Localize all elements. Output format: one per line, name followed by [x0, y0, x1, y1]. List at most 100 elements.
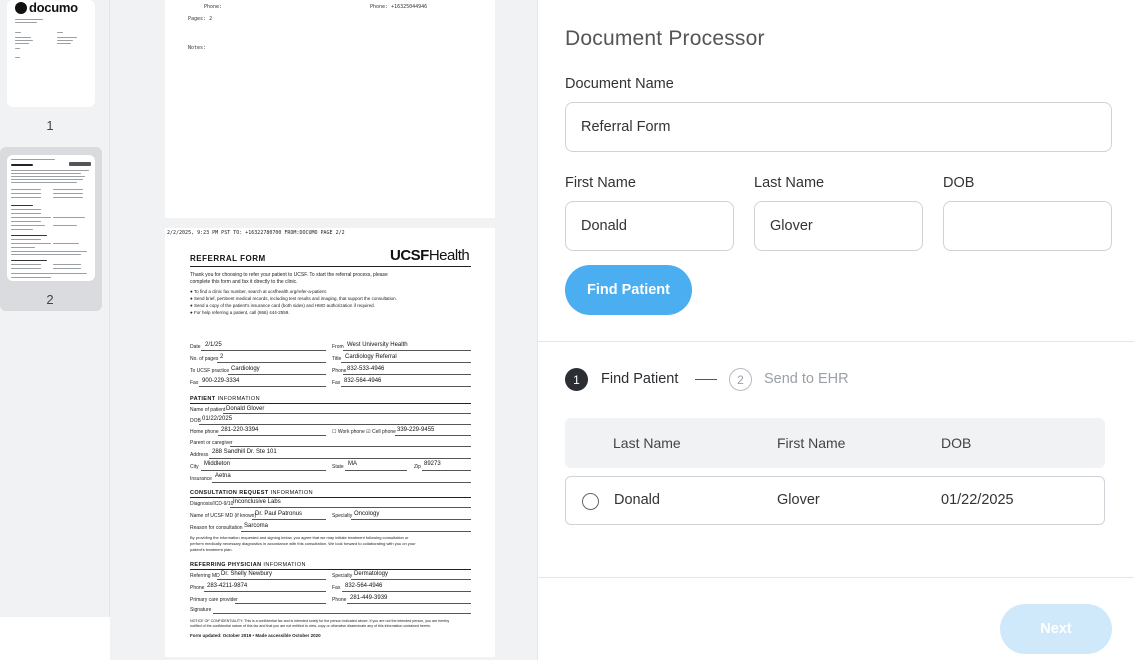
field-label: Date: [190, 344, 201, 350]
form-footer: Form updated: October 2019 • Made access…: [190, 633, 321, 638]
notice-text: notified of the confidential nature of t…: [190, 624, 431, 628]
document-viewer[interactable]: Phone: Phone: +16325044946 Pages: 2 Note…: [110, 0, 537, 660]
referral-form-title: REFERRAL FORM: [190, 254, 266, 263]
column-header-last-name: Last Name: [613, 435, 681, 451]
field-value: Dr. Shelly Newbury: [221, 571, 273, 577]
page1-phone-left: Phone:: [204, 4, 223, 10]
field-label: Insurance: [190, 476, 212, 482]
field-label: Parent or caregiver: [190, 440, 233, 446]
column-header-first-name: First Name: [777, 435, 846, 451]
field-label: Phone: [190, 585, 205, 591]
page1-phone-right: Phone: +16325044946: [370, 4, 428, 10]
field-value: MA: [348, 461, 357, 467]
fax-header: 2/2/2025, 9:23 PM PST TO: +16322780700 F…: [167, 230, 345, 236]
field-label: Reason for consultation: [190, 525, 243, 531]
bullet-line: ● To find a clinic fax number, search at…: [190, 289, 327, 294]
field-label: Referring MD: [190, 573, 220, 579]
first-name-input[interactable]: Donald: [565, 201, 734, 251]
field-value: 339-229-9455: [397, 427, 435, 433]
page-number: 2: [46, 292, 54, 307]
section-heading: CONSULTATION REQUEST INFORMATION: [190, 490, 314, 496]
last-name-label: Last Name: [754, 175, 825, 191]
dob-label: DOB: [943, 175, 975, 191]
section-heading: PATIENT INFORMATION: [190, 396, 260, 402]
document-page-2: 2/2/2025, 9:23 PM PST TO: +16322780700 F…: [165, 228, 495, 657]
field-value: 2: [220, 354, 224, 360]
field-label: Home phone: [190, 429, 219, 435]
field-value: Donald Glover: [226, 406, 265, 412]
divider: [538, 341, 1134, 342]
page-thumbnail-image: documo: [7, 0, 95, 107]
field-label: Diagnosis/ICD-9/10: [190, 501, 234, 507]
last-name-input[interactable]: Glover: [754, 201, 923, 251]
consent-text: perform medically necessary diagnostics …: [190, 541, 416, 546]
intro-line: complete this form and fax it directly t…: [190, 279, 298, 285]
document-name-input[interactable]: Referral Form: [565, 102, 1112, 152]
bullet-line: ● Send a copy of the patient's insurance…: [190, 303, 375, 308]
field-value: 281-220-3394: [221, 427, 259, 433]
step-2-label: Send to EHR: [764, 371, 849, 387]
field-label: Phone: [332, 597, 347, 603]
first-name-label: First Name: [565, 175, 636, 191]
table-row[interactable]: Donald Glover 01/22/2025: [565, 476, 1105, 525]
document-page-1: Phone: Phone: +16325044946 Pages: 2 Note…: [165, 0, 495, 218]
field-value: Oncology: [354, 511, 380, 517]
row-select-radio[interactable]: [582, 493, 599, 510]
field-value: 2/1/25: [205, 342, 222, 348]
cell-last-name: Donald: [614, 492, 660, 508]
field-label: No. of pages: [190, 356, 219, 362]
find-patient-button[interactable]: Find Patient: [565, 265, 692, 315]
field-label: Fax: [332, 380, 341, 386]
page1-pages: Pages: 2: [188, 16, 213, 22]
field-label: Specialty: [332, 573, 353, 579]
field-label: State: [332, 464, 344, 470]
field-label: Fax: [332, 585, 341, 591]
step-2-indicator: 2: [729, 368, 752, 391]
field-label: Zip: [414, 464, 421, 470]
bullet-line: ● For help referring a patient, call (86…: [190, 310, 290, 315]
field-label: Name of patient: [190, 407, 226, 413]
section-heading: REFERRING PHYSICIAN INFORMATION: [190, 562, 306, 568]
page-thumbnail-image: [7, 155, 95, 281]
dob-input[interactable]: [943, 201, 1112, 251]
consent-text: By providing the information requested a…: [190, 535, 409, 540]
document-processor-panel: Document Processor Document Name Referra…: [537, 0, 1134, 660]
field-value: 832-564-4946: [345, 583, 383, 589]
field-label: ☐ Work phone ☑ Cell phone: [332, 429, 396, 435]
page-thumbnail-1[interactable]: documo 1: [0, 0, 102, 140]
field-value: Cardiology Referral: [345, 354, 397, 360]
field-value: 900-229-3334: [202, 378, 240, 384]
field-label: From: [332, 344, 344, 350]
cell-first-name: Glover: [777, 492, 820, 508]
field-label: Primary care provider: [190, 597, 238, 603]
step-1-label: Find Patient: [601, 371, 679, 387]
bullet-line: ● Send brief, pertinent medical records,…: [190, 296, 397, 301]
page-thumbnails: documo 1 2: [0, 0, 110, 617]
results-table-header: Last Name First Name DOB: [565, 418, 1105, 468]
documo-logo-icon: [15, 2, 27, 14]
field-label: Title: [332, 356, 342, 362]
divider: [538, 577, 1134, 578]
field-value: Sarcoma: [244, 523, 269, 529]
documo-logo: documo: [29, 0, 78, 15]
page-thumbnail-2[interactable]: 2: [0, 147, 102, 311]
field-value: Aetna: [215, 473, 231, 479]
field-value: 832-533-4946: [347, 366, 385, 372]
step-separator: [695, 379, 717, 380]
next-button[interactable]: Next: [1000, 604, 1112, 654]
field-label: Signature: [190, 607, 212, 613]
step-1-indicator: 1: [565, 368, 588, 391]
page-number: 1: [46, 118, 54, 133]
consent-text: patient's treatment plan.: [190, 547, 233, 552]
field-value: 283-4211-9874: [207, 583, 248, 589]
field-value: 01/22/2025: [202, 416, 233, 422]
page1-notes: Notes:: [188, 45, 207, 51]
field-label: Fax: [190, 380, 199, 386]
field-value: 281-449-3939: [350, 595, 388, 601]
ucsf-health-logo: UCSFHealth: [390, 247, 470, 264]
field-label: To UCSF practice: [190, 368, 230, 374]
field-value: Dr. Paul Patronus: [255, 511, 303, 517]
field-value: Dermatology: [354, 571, 389, 577]
field-value: Inconclusive Labs: [233, 499, 281, 505]
field-value: Middleton: [204, 461, 231, 467]
